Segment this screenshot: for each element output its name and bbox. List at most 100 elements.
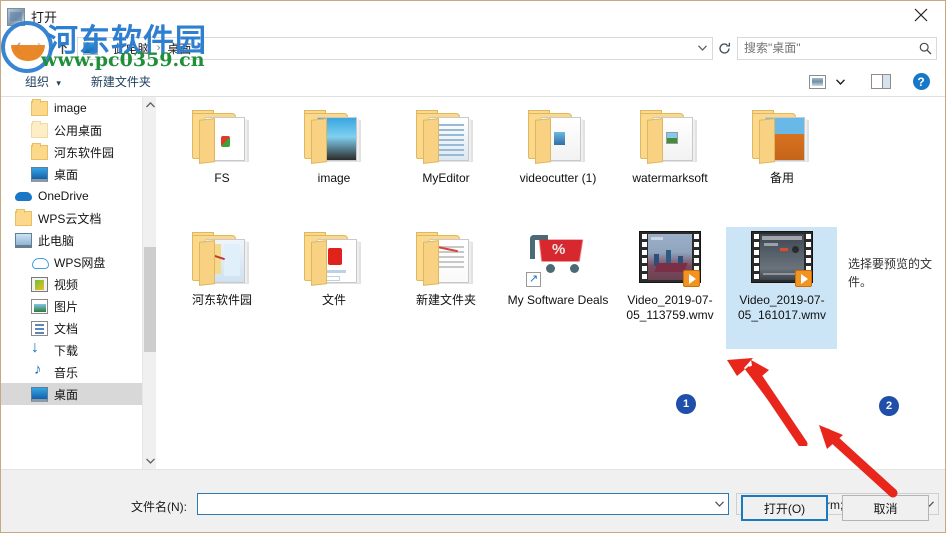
file-item[interactable]: 新建文件夹 bbox=[390, 227, 502, 349]
view-dropdown-icon[interactable] bbox=[831, 71, 849, 93]
folder-icon bbox=[302, 231, 366, 287]
annotation-badge-2: 2 bbox=[880, 397, 898, 415]
folder-icon bbox=[414, 231, 478, 287]
file-item[interactable]: 备用 bbox=[726, 105, 837, 227]
chevron-down-icon[interactable] bbox=[710, 494, 728, 514]
folder-icon bbox=[190, 109, 254, 165]
monitor-icon bbox=[31, 166, 48, 182]
search-input[interactable] bbox=[738, 40, 914, 56]
sidebar-item-label: 河东软件园 bbox=[54, 145, 115, 160]
file-item-label: videocutter (1) bbox=[519, 171, 597, 185]
file-item-label: watermarksoft bbox=[632, 171, 708, 185]
file-item[interactable]: videocutter (1) bbox=[502, 105, 614, 227]
onedrive-cloud-icon bbox=[15, 189, 32, 204]
sidebar-item-12[interactable]: 音乐 bbox=[1, 361, 156, 383]
breadcrumb-item-0[interactable]: 此电脑 bbox=[112, 40, 152, 57]
sidebar-item-4[interactable]: OneDrive bbox=[1, 185, 156, 207]
back-icon[interactable] bbox=[7, 36, 29, 60]
wps-cloud-icon bbox=[31, 255, 49, 270]
breadcrumb-item-1[interactable]: 桌面 bbox=[165, 40, 193, 57]
open-file-dialog: 打开 › 此电脑 › 桌面 › 搜索"桌面" 组织 ▾ 新建文件夹 ? imag… bbox=[0, 0, 946, 533]
navigation-scrollbar[interactable] bbox=[142, 97, 156, 469]
picture-icon bbox=[31, 298, 48, 314]
view-layout-icon[interactable] bbox=[803, 71, 831, 93]
sidebar-item-label: 文档 bbox=[54, 321, 79, 336]
file-item[interactable]: Video_2019-07-05_113759.wmv bbox=[614, 227, 726, 349]
filename-field[interactable] bbox=[197, 493, 729, 515]
sidebar-item-10[interactable]: 文档 bbox=[1, 317, 156, 339]
filename-input[interactable] bbox=[198, 494, 710, 514]
file-item-label: MyEditor bbox=[422, 171, 470, 185]
search-box[interactable] bbox=[737, 36, 937, 60]
scrollbar-thumb[interactable] bbox=[144, 247, 156, 352]
sidebar-item-3[interactable]: 桌面 bbox=[1, 163, 156, 185]
folder-icon bbox=[750, 109, 814, 165]
refresh-icon[interactable] bbox=[713, 36, 735, 60]
close-icon[interactable] bbox=[901, 1, 941, 29]
shortcut-arrow-icon: ↗ bbox=[526, 272, 541, 287]
folder-icon bbox=[638, 109, 702, 165]
scroll-down-icon[interactable] bbox=[143, 453, 156, 469]
folder-icon bbox=[15, 208, 32, 226]
navigation-pane: image 公用桌面 河东软件园 桌面 OneDrive WPS云文档 此电脑 WPS网盘 视频… bbox=[1, 97, 156, 469]
file-item-label: 河东软件园 bbox=[191, 293, 252, 307]
new-folder-button[interactable]: 新建文件夹 bbox=[83, 69, 159, 94]
file-list[interactable]: FS image MyEditor videocutter (1) watermarks… bbox=[156, 97, 837, 469]
sidebar-item-13[interactable]: 桌面 bbox=[1, 383, 156, 405]
arrow-up-icon[interactable] bbox=[51, 36, 73, 60]
file-item[interactable]: 河东软件园 bbox=[166, 227, 278, 349]
command-bar-right: ? bbox=[803, 71, 935, 93]
file-item-label: Video_2019-07-05_113759.wmv bbox=[626, 293, 714, 322]
file-item[interactable]: MyEditor bbox=[390, 105, 502, 227]
video-file-icon bbox=[750, 231, 814, 287]
sidebar-item-label: 下载 bbox=[54, 343, 79, 358]
file-item-label: 文件 bbox=[321, 293, 346, 307]
organize-button[interactable]: 组织 ▾ bbox=[17, 69, 69, 94]
cancel-button[interactable]: 取消 bbox=[842, 495, 929, 521]
app-icon bbox=[7, 7, 25, 26]
open-button[interactable]: 打开(O) bbox=[741, 495, 828, 521]
dialog-body: image 公用桌面 河东软件园 桌面 OneDrive WPS云文档 此电脑 WPS网盘 视频… bbox=[1, 97, 945, 469]
sidebar-item-label: WPS云文档 bbox=[38, 211, 102, 226]
folder-icon bbox=[31, 98, 48, 116]
sidebar-item-6[interactable]: 此电脑 bbox=[1, 229, 156, 251]
folder-icon bbox=[526, 109, 590, 165]
monitor-icon bbox=[31, 386, 48, 402]
shortcut-icon: % ↗ bbox=[526, 231, 590, 287]
sidebar-item-9[interactable]: 图片 bbox=[1, 295, 156, 317]
sidebar-item-8[interactable]: 视频 bbox=[1, 273, 156, 295]
file-item-label: 新建文件夹 bbox=[415, 293, 476, 307]
breadcrumb[interactable]: › 此电脑 › 桌面 › bbox=[77, 36, 713, 60]
sidebar-item-11[interactable]: 下载 bbox=[1, 339, 156, 361]
folder-pale-icon bbox=[31, 120, 48, 138]
sidebar-item-label: 此电脑 bbox=[38, 233, 75, 248]
scroll-up-icon[interactable] bbox=[143, 97, 156, 113]
file-item[interactable]: Video_2019-07-05_161017.wmv bbox=[726, 227, 837, 349]
help-icon[interactable]: ? bbox=[907, 71, 935, 93]
breadcrumb-separator-1: › bbox=[156, 42, 161, 54]
command-bar: 组织 ▾ 新建文件夹 ? bbox=[1, 67, 945, 97]
sidebar-item-5[interactable]: WPS云文档 bbox=[1, 207, 156, 229]
forward-icon[interactable] bbox=[29, 36, 51, 60]
file-item[interactable]: watermarksoft bbox=[614, 105, 726, 227]
folder-icon bbox=[414, 109, 478, 165]
sidebar-item-7[interactable]: WPS网盘 bbox=[1, 251, 156, 273]
preview-message: 选择要预览的文件。 bbox=[848, 257, 933, 289]
file-item[interactable]: 文件 bbox=[278, 227, 390, 349]
sidebar-item-0[interactable]: image bbox=[1, 97, 156, 119]
sidebar-item-label: 视频 bbox=[54, 277, 79, 292]
chevron-down-icon[interactable] bbox=[692, 38, 712, 59]
sidebar-item-label: 桌面 bbox=[54, 387, 79, 402]
file-item[interactable]: % ↗ My Software Deals bbox=[502, 227, 614, 349]
this-pc-icon bbox=[15, 232, 32, 248]
sidebar-item-label: 公用桌面 bbox=[54, 123, 103, 138]
search-icon[interactable] bbox=[914, 42, 936, 55]
sidebar-item-1[interactable]: 公用桌面 bbox=[1, 119, 156, 141]
file-item[interactable]: image bbox=[278, 105, 390, 227]
preview-pane-icon[interactable] bbox=[867, 71, 895, 93]
sidebar-item-label: 音乐 bbox=[54, 365, 79, 380]
folder-icon bbox=[31, 142, 48, 160]
file-item[interactable]: FS bbox=[166, 105, 278, 227]
sidebar-item-2[interactable]: 河东软件园 bbox=[1, 141, 156, 163]
music-icon bbox=[31, 362, 48, 380]
